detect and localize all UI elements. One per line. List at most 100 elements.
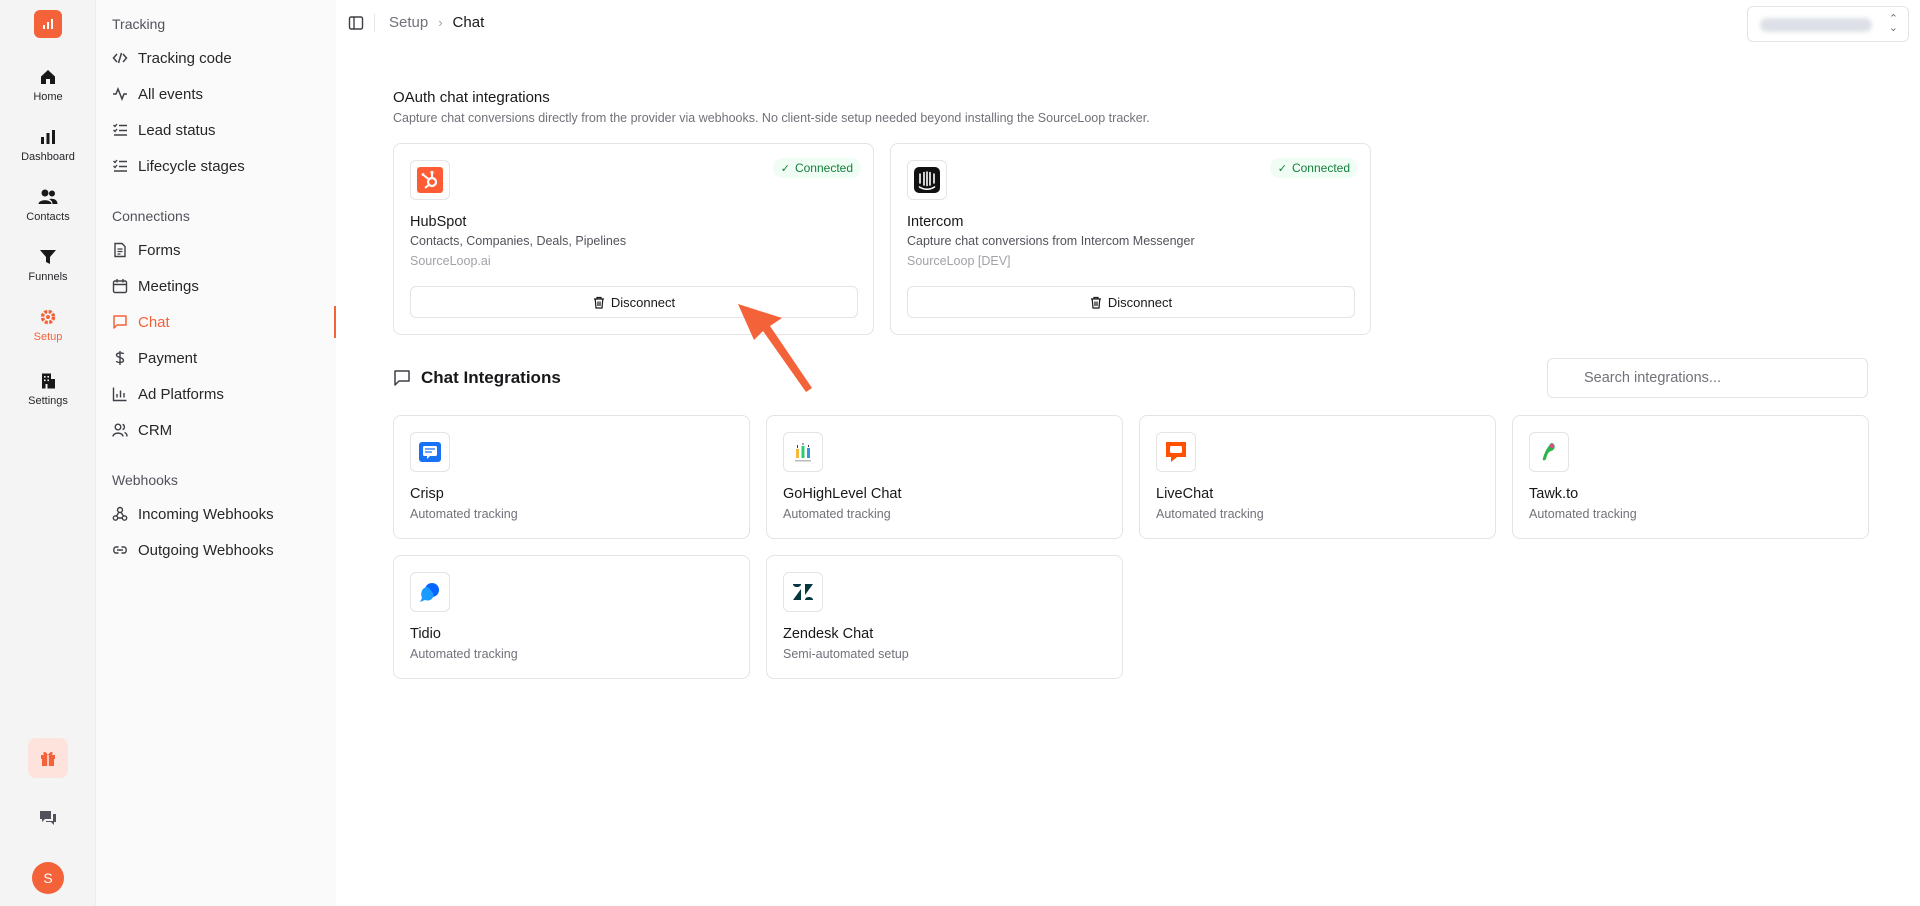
sidebar-item-incoming-webhooks[interactable]: Incoming Webhooks bbox=[96, 498, 336, 530]
sidebar-toggle-button[interactable] bbox=[348, 15, 364, 31]
livechat-icon bbox=[1156, 432, 1196, 472]
sidebar-item-ad-platforms[interactable]: Ad Platforms bbox=[96, 378, 336, 410]
rail-item-home[interactable]: Home bbox=[0, 66, 96, 103]
sidebar-item-label: Lead status bbox=[138, 121, 216, 139]
integration-subtitle: Semi-automated setup bbox=[783, 647, 909, 661]
integration-name: HubSpot bbox=[410, 214, 467, 230]
sidebar-item-label: All events bbox=[138, 85, 204, 103]
integration-card-tidio[interactable]: Tidio Automated tracking bbox=[393, 555, 750, 679]
sidebar-item-payment[interactable]: Payment bbox=[96, 342, 336, 374]
sidebar-item-forms[interactable]: Forms bbox=[96, 234, 336, 266]
integration-card-crisp[interactable]: Crisp Automated tracking bbox=[393, 415, 750, 539]
calendar-icon bbox=[112, 278, 128, 294]
sidebar-item-chat[interactable]: Chat bbox=[96, 306, 336, 338]
integration-subtitle: Automated tracking bbox=[410, 647, 518, 661]
rail-label: Setup bbox=[33, 331, 63, 343]
sidebar-item-all-events[interactable]: All events bbox=[96, 78, 336, 110]
integration-name: Zendesk Chat bbox=[783, 626, 874, 642]
integration-card-gohighlevel[interactable]: GoHighLevel Chat Automated tracking bbox=[766, 415, 1123, 539]
section-title: OAuth chat integrations bbox=[393, 89, 550, 106]
top-bar: Setup › Chat ⌃ ⌄ bbox=[336, 0, 1920, 46]
sidebar-item-outgoing-webhooks[interactable]: Outgoing Webhooks bbox=[96, 534, 336, 566]
status-badge: ✓ Connected bbox=[1269, 158, 1358, 178]
sidebar-group-title: Connections bbox=[112, 208, 190, 224]
chat-integrations-header: Chat Integrations bbox=[393, 368, 561, 388]
sidebar-item-label: Ad Platforms bbox=[138, 385, 224, 403]
sidebar-item-label: Lifecycle stages bbox=[138, 157, 245, 175]
integration-description: Contacts, Companies, Deals, Pipelines bbox=[410, 234, 627, 248]
integration-description: Capture chat conversions from Intercom M… bbox=[907, 234, 1195, 248]
status-text: Connected bbox=[1291, 161, 1350, 175]
integration-name: LiveChat bbox=[1156, 486, 1214, 502]
button-label: Disconnect bbox=[610, 294, 676, 310]
rail-item-dashboard[interactable]: Dashboard bbox=[0, 126, 96, 163]
panel-left-icon bbox=[348, 16, 364, 30]
intercom-icon bbox=[907, 160, 947, 200]
button-label: Disconnect bbox=[1107, 294, 1173, 310]
integration-name: Intercom bbox=[907, 214, 964, 230]
integration-card-tawkto[interactable]: Tawk.to Automated tracking bbox=[1512, 415, 1869, 539]
gohighlevel-icon bbox=[783, 432, 823, 472]
tawkto-icon bbox=[1529, 432, 1569, 472]
connected-account: SourceLoop [DEV] bbox=[907, 254, 1011, 268]
webhook-icon bbox=[112, 506, 128, 522]
rail-label: Contacts bbox=[26, 211, 70, 223]
app-logo[interactable] bbox=[34, 10, 62, 38]
file-text-icon bbox=[112, 242, 128, 258]
support-chat-button[interactable] bbox=[37, 807, 59, 829]
section-title: Chat Integrations bbox=[421, 368, 561, 387]
rail-item-contacts[interactable]: Contacts bbox=[0, 186, 96, 223]
chevrons-up-down-icon: ⌃ ⌄ bbox=[1888, 13, 1898, 34]
sidebar-item-meetings[interactable]: Meetings bbox=[96, 270, 336, 302]
check-icon: ✓ bbox=[1277, 162, 1287, 175]
message-square-icon bbox=[394, 370, 410, 386]
zendesk-icon bbox=[783, 572, 823, 612]
crisp-icon bbox=[410, 432, 450, 472]
sidebar-item-label: Forms bbox=[138, 241, 181, 259]
sidebar-group-title: Webhooks bbox=[112, 472, 178, 488]
rail-label: Dashboard bbox=[21, 151, 75, 163]
setup-sidebar: Tracking Tracking code All events Lead s… bbox=[96, 0, 336, 906]
workspace-select[interactable]: ⌃ ⌄ bbox=[1747, 6, 1909, 42]
trash-icon bbox=[1090, 296, 1101, 309]
integration-name: Tawk.to bbox=[1529, 486, 1579, 502]
breadcrumb-parent[interactable]: Setup bbox=[389, 14, 428, 31]
sidebar-item-label: Chat bbox=[138, 313, 170, 331]
tidio-icon bbox=[410, 572, 450, 612]
rail-item-setup[interactable]: Setup bbox=[0, 306, 96, 343]
link-icon bbox=[112, 542, 128, 558]
sidebar-item-lead-status[interactable]: Lead status bbox=[96, 114, 336, 146]
integration-card-livechat[interactable]: LiveChat Automated tracking bbox=[1139, 415, 1496, 539]
breadcrumb-current: Chat bbox=[452, 14, 485, 31]
integration-subtitle: Automated tracking bbox=[1156, 507, 1264, 521]
redacted-value bbox=[1760, 18, 1872, 32]
search-input[interactable] bbox=[1547, 358, 1868, 398]
sidebar-item-label: CRM bbox=[138, 421, 173, 439]
logo-bars-icon bbox=[43, 19, 53, 29]
divider bbox=[374, 14, 375, 32]
rail-label: Funnels bbox=[28, 271, 68, 283]
integration-name: Tidio bbox=[410, 626, 441, 642]
integration-name: GoHighLevel Chat bbox=[783, 486, 902, 502]
rail-item-settings[interactable]: Settings bbox=[0, 370, 96, 407]
sidebar-item-tracking-code[interactable]: Tracking code bbox=[96, 42, 336, 74]
status-text: Connected bbox=[794, 161, 853, 175]
sidebar-item-label: Meetings bbox=[138, 277, 199, 295]
sidebar-item-lifecycle-stages[interactable]: Lifecycle stages bbox=[96, 150, 336, 182]
home-icon bbox=[37, 66, 59, 88]
rail-item-funnels[interactable]: Funnels bbox=[0, 246, 96, 283]
chevron-right-icon: › bbox=[438, 15, 443, 30]
gift-icon bbox=[41, 751, 55, 766]
users-icon bbox=[112, 422, 128, 438]
gift-button[interactable] bbox=[28, 738, 68, 778]
chart-column-icon bbox=[112, 386, 128, 402]
disconnect-button[interactable]: Disconnect bbox=[907, 286, 1355, 318]
section-description: Capture chat conversions directly from t… bbox=[393, 111, 1150, 125]
connected-account: SourceLoop.ai bbox=[410, 254, 491, 268]
activity-icon bbox=[112, 86, 128, 102]
sidebar-item-crm[interactable]: CRM bbox=[96, 414, 336, 446]
avatar[interactable]: S bbox=[32, 862, 64, 894]
integration-card-zendesk[interactable]: Zendesk Chat Semi-automated setup bbox=[766, 555, 1123, 679]
bar-chart-icon bbox=[37, 126, 59, 148]
status-badge: ✓ Connected bbox=[772, 158, 861, 178]
